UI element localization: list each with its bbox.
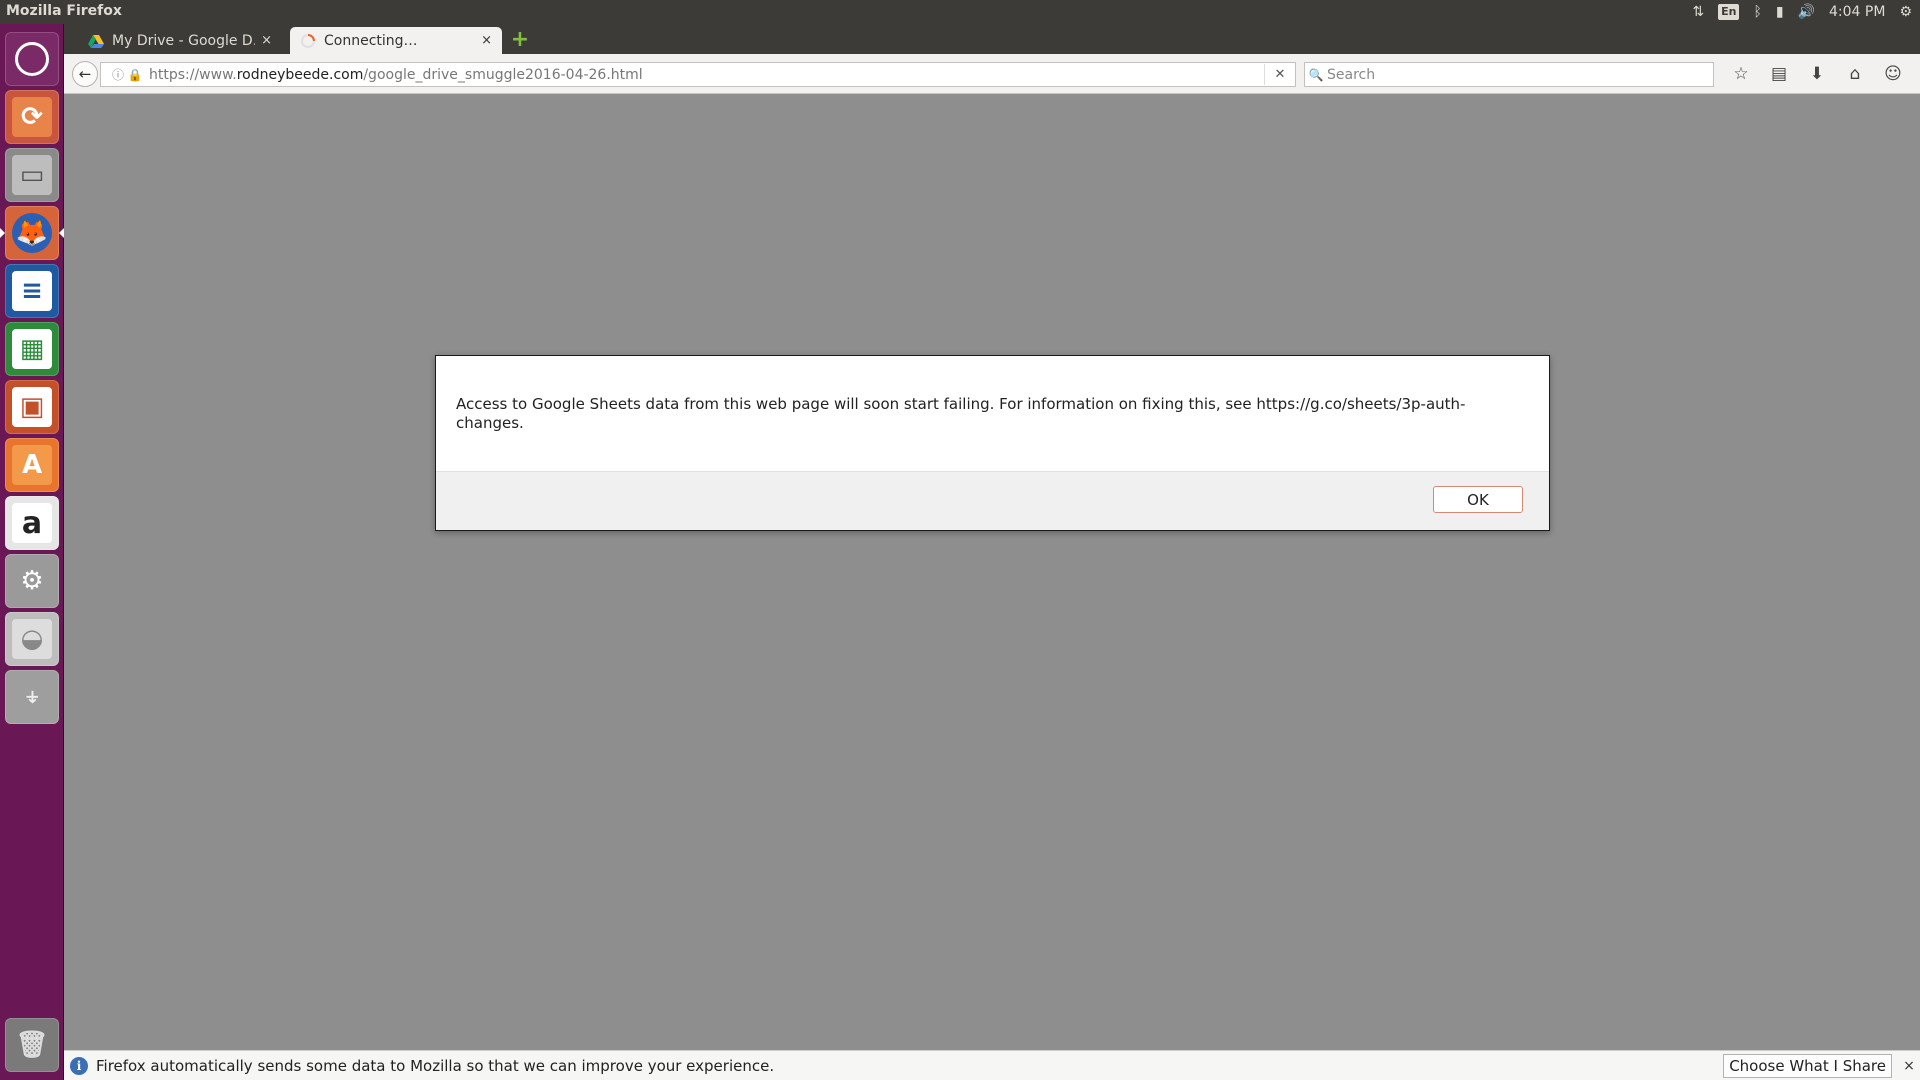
window-title: Mozilla Firefox — [6, 3, 122, 19]
network-icon[interactable]: ⇅ — [1692, 0, 1704, 24]
firefox-icon: 🦊 — [12, 213, 52, 253]
keyboard-layout-indicator[interactable]: En — [1718, 4, 1740, 20]
data-reporting-notification: i Firefox automatically sends some data … — [64, 1050, 1920, 1080]
dash-button[interactable] — [5, 32, 59, 86]
info-icon[interactable]: ⓘ — [109, 66, 127, 83]
spreadsheet-icon: ▦ — [12, 329, 52, 369]
launcher-usb[interactable]: ⍖ — [5, 670, 59, 724]
clock[interactable]: 4:04 PM — [1829, 0, 1885, 24]
loading-spinner-icon — [301, 33, 315, 48]
file-cabinet-icon: ▭ — [12, 155, 52, 195]
search-placeholder: Search — [1327, 66, 1376, 83]
launcher-writer[interactable]: ≡ — [5, 264, 59, 318]
updater-icon: ⟳ — [12, 97, 52, 137]
page-content — [64, 94, 1920, 1050]
dialog-footer: OK — [436, 471, 1549, 530]
launcher-impress[interactable]: ▣ — [5, 380, 59, 434]
dialog-message: Access to Google Sheets data from this w… — [456, 395, 1466, 432]
hello-chat-icon[interactable]: ☺ — [1874, 62, 1912, 87]
home-icon[interactable]: ⌂ — [1836, 62, 1874, 87]
close-icon[interactable]: × — [1898, 1058, 1920, 1074]
launcher-software-center[interactable]: A — [5, 438, 59, 492]
tab-my-drive[interactable]: My Drive - Google D… × — [78, 27, 282, 54]
google-drive-icon — [88, 34, 104, 48]
shopping-bag-icon: A — [12, 445, 52, 485]
disk-drive-icon: ◒ — [12, 619, 52, 659]
gear-icon[interactable]: ⚙ — [1899, 0, 1912, 24]
search-icon: 🔍 — [1308, 67, 1324, 82]
url-path: /google_drive_smuggle2016-04-26.html — [363, 66, 643, 83]
pocket-icon[interactable]: ◡ — [1912, 62, 1920, 87]
lock-icon[interactable]: 🔒 — [127, 68, 143, 82]
launcher-drive[interactable]: ◒ — [5, 612, 59, 666]
close-icon[interactable]: × — [261, 33, 272, 48]
info-icon: i — [70, 1056, 88, 1075]
ubuntu-logo-icon — [15, 42, 49, 76]
choose-what-i-share-button[interactable]: Choose What I Share — [1723, 1053, 1892, 1078]
top-panel: Mozilla Firefox ⇅ En ᛒ ▮ 🔊 4:04 PM ⚙ — [0, 0, 1920, 24]
document-icon: ≡ — [12, 271, 52, 311]
launcher: ⟳ ▭ 🦊 ≡ ▦ ▣ A a ⚙ ◒ ⍖ 🗑 — [0, 24, 64, 1080]
download-icon[interactable]: ⬇ — [1798, 62, 1836, 87]
system-tray: ⇅ En ᛒ ▮ 🔊 4:04 PM ⚙ — [1692, 0, 1920, 24]
trash-icon: 🗑 — [15, 1030, 49, 1060]
settings-wrench-icon: ⚙ — [20, 566, 44, 596]
close-icon[interactable]: × — [481, 33, 492, 48]
volume-icon[interactable]: 🔊 — [1798, 0, 1815, 24]
new-tab-button[interactable]: + — [508, 28, 532, 52]
notification-text: Firefox automatically sends some data to… — [96, 1056, 775, 1075]
search-bar[interactable]: 🔍 Search — [1304, 62, 1714, 87]
url-prefix: https://www. — [149, 66, 237, 83]
alert-dialog: Access to Google Sheets data from this w… — [435, 355, 1550, 531]
url-domain: rodneybeede.com — [236, 66, 364, 83]
tab-label: My Drive - Google D… — [112, 32, 256, 49]
launcher-trash[interactable]: 🗑 — [5, 1018, 59, 1072]
active-indicator-left — [0, 228, 5, 238]
reading-list-icon[interactable]: ▤ — [1760, 62, 1798, 87]
tab-connecting[interactable]: Connecting… × — [290, 27, 502, 54]
launcher-amazon[interactable]: a — [5, 496, 59, 550]
url-text[interactable]: https://www.rodneybeede.com/google_drive… — [149, 67, 1264, 83]
bluetooth-icon[interactable]: ᛒ — [1753, 0, 1761, 24]
launcher-calc[interactable]: ▦ — [5, 322, 59, 376]
launcher-firefox[interactable]: 🦊 — [5, 206, 59, 260]
stop-loading-icon[interactable]: ✕ — [1265, 67, 1295, 82]
presentation-icon: ▣ — [12, 387, 52, 427]
battery-icon[interactable]: ▮ — [1776, 0, 1784, 24]
usb-drive-icon: ⍖ — [24, 681, 40, 712]
nav-toolbar: ← ⓘ 🔒 https://www.rodneybeede.com/google… — [64, 54, 1920, 94]
tab-strip: My Drive - Google D… × Connecting… × + — [64, 24, 1920, 54]
tab-label: Connecting… — [324, 32, 418, 49]
back-button[interactable]: ← — [72, 61, 98, 87]
amazon-icon: a — [12, 503, 52, 543]
ok-button[interactable]: OK — [1433, 486, 1523, 513]
launcher-software-updater[interactable]: ⟳ — [5, 90, 59, 144]
toolbar-icons: ☆ ▤ ⬇ ⌂ ☺ ◡ ≡ — [1722, 62, 1920, 87]
back-arrow-icon: ← — [78, 65, 92, 83]
url-bar[interactable]: ⓘ 🔒 https://www.rodneybeede.com/google_d… — [100, 62, 1296, 87]
launcher-system-settings[interactable]: ⚙ — [5, 554, 59, 608]
launcher-files[interactable]: ▭ — [5, 148, 59, 202]
bookmark-star-icon[interactable]: ☆ — [1722, 62, 1760, 87]
